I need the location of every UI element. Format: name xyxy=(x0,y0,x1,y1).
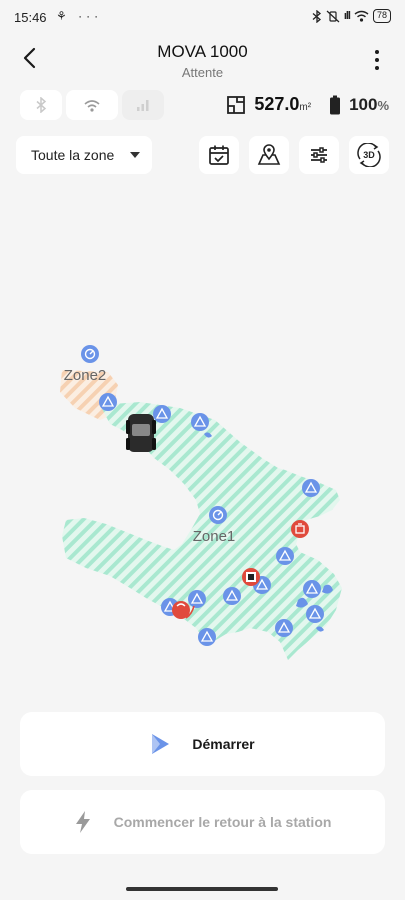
obstacle-icon[interactable] xyxy=(276,547,294,565)
dropdown-caret-icon xyxy=(130,152,140,158)
calendar-check-icon xyxy=(209,145,229,165)
obstacle-icon[interactable] xyxy=(191,413,209,431)
zone2-marker-icon[interactable] xyxy=(81,345,99,363)
signal-strength-icon: ıll xyxy=(343,10,351,22)
lawn-map-canvas: Zone2 Zone1 xyxy=(60,345,342,660)
connection-indicators xyxy=(20,90,164,120)
device-status: Attente xyxy=(181,65,224,80)
battery-icon xyxy=(330,95,341,114)
obstacle-icon[interactable] xyxy=(99,393,117,411)
mowing-area-unit: m² xyxy=(299,102,312,113)
obstacle-icon[interactable] xyxy=(275,619,293,637)
status-bar: 15:46 ⚘ ··· ıll 78 xyxy=(0,0,405,34)
zone2-label: Zone2 xyxy=(64,367,107,384)
obstacle-icon[interactable] xyxy=(306,605,324,623)
return-to-station-label: Commencer le retour à la station xyxy=(113,814,332,830)
map-toolbar: 3D xyxy=(199,136,389,174)
map-pin-icon xyxy=(257,144,281,165)
mowing-area-value: 527.0 xyxy=(254,94,300,114)
play-icon xyxy=(152,734,170,754)
home-indicator[interactable] xyxy=(126,887,278,891)
zone1-label: Zone1 xyxy=(193,528,236,545)
wifi-icon xyxy=(84,99,100,112)
charging-station-icon[interactable] xyxy=(242,568,260,586)
zone1-marker-icon[interactable] xyxy=(209,506,227,524)
3d-view-icon: 3D xyxy=(357,143,381,167)
battery-level-value: 100 xyxy=(349,94,378,114)
map-edit-button[interactable] xyxy=(249,136,289,174)
vibrate-off-icon xyxy=(326,10,340,22)
notification-icons: ⚘ ··· xyxy=(56,9,103,23)
return-to-station-button[interactable]: Commencer le retour à la station xyxy=(20,790,385,854)
zone-selector[interactable]: Toute la zone xyxy=(16,136,152,174)
no-go-zone-icon[interactable] xyxy=(291,520,309,538)
cellular-signal-icon xyxy=(137,100,149,111)
floor-plan-icon xyxy=(227,95,246,114)
robot-mower-icon[interactable] xyxy=(126,414,156,452)
lightning-icon xyxy=(75,811,90,833)
view-3d-button[interactable]: 3D xyxy=(349,136,389,174)
header: MOVA 1000 Attente xyxy=(0,34,405,86)
zone-selector-value: Toute la zone xyxy=(31,147,115,163)
obstacle-icon[interactable] xyxy=(303,580,321,598)
wifi-icon xyxy=(354,10,369,22)
device-metrics: 527.0m² 100% xyxy=(226,94,389,115)
battery-indicator: 78 xyxy=(372,9,391,23)
status-indicators: ıll 78 xyxy=(312,9,391,23)
lawn-map[interactable]: Zone2 Zone1 xyxy=(0,180,405,700)
svg-text:3D: 3D xyxy=(363,150,375,160)
bluetooth-icon xyxy=(312,9,321,23)
more-options-icon[interactable] xyxy=(367,48,387,72)
obstacle-icon[interactable] xyxy=(153,405,171,423)
obstacle-icon[interactable] xyxy=(302,479,320,497)
battery-level-unit: % xyxy=(377,97,389,113)
device-title: MOVA 1000 xyxy=(157,42,248,61)
sliders-icon xyxy=(311,147,327,163)
cellular-status[interactable] xyxy=(122,90,164,120)
obstacle-icon[interactable] xyxy=(188,590,206,608)
schedule-button[interactable] xyxy=(199,136,239,174)
bluetooth-icon xyxy=(36,97,47,113)
start-button[interactable]: Démarrer xyxy=(20,712,385,776)
status-time: 15:46 xyxy=(14,10,47,25)
bluetooth-status[interactable] xyxy=(20,90,62,120)
obstacle-icon[interactable] xyxy=(223,587,241,605)
start-button-label: Démarrer xyxy=(192,736,255,752)
obstacle-icon[interactable] xyxy=(198,628,216,646)
wifi-status[interactable] xyxy=(66,90,118,120)
settings-sliders-button[interactable] xyxy=(299,136,339,174)
